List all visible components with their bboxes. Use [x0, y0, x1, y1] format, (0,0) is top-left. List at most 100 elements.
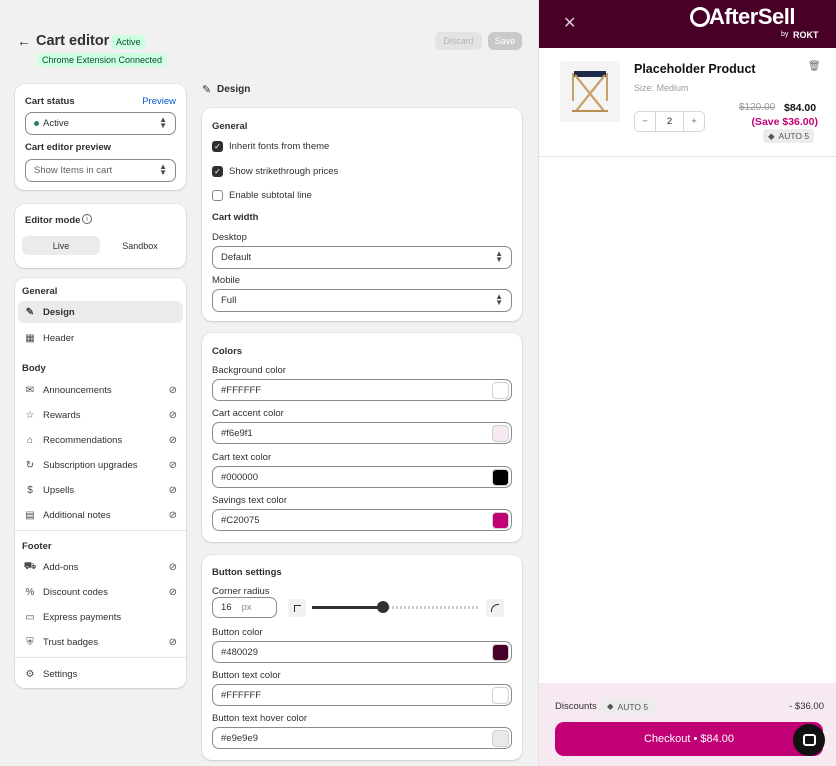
- discounts-label: Discounts: [555, 701, 597, 712]
- trash-icon[interactable]: 🗑: [808, 61, 821, 72]
- nav-item-label: Discount codes: [43, 586, 108, 598]
- bg-color-value: #FFFFFF: [221, 384, 262, 396]
- megaphone-icon: ✉: [25, 384, 35, 396]
- subtotal-checkbox[interactable]: [212, 190, 223, 201]
- nav-item-header[interactable]: ▦ Header: [18, 327, 183, 349]
- eye-hidden-icon[interactable]: ⊘: [169, 485, 177, 496]
- nav-group-footer: Footer: [22, 541, 52, 552]
- nav-item-trust-badges[interactable]: ⛨ Trust badges ⊘: [18, 631, 183, 653]
- brand-name: AfterSell: [709, 4, 795, 29]
- nav-item-design[interactable]: ✎ Design: [18, 301, 183, 323]
- back-arrow-icon[interactable]: ←: [17, 33, 31, 49]
- inherit-fonts-label: Inherit fonts from theme: [229, 141, 330, 152]
- old-price: $120.00: [739, 102, 776, 113]
- brand-sub: by: [781, 31, 789, 38]
- tag-icon: ◆: [607, 701, 614, 711]
- button-color-swatch[interactable]: [492, 644, 509, 661]
- accent-color-swatch[interactable]: [492, 425, 509, 442]
- accent-color-input[interactable]: #f6e9f1: [212, 422, 512, 444]
- nav-item-discount-codes[interactable]: % Discount codes ⊘: [18, 581, 183, 603]
- nav-item-upsells[interactable]: $ Upsells ⊘: [18, 479, 183, 501]
- button-hover-color-value: #e9e9e9: [221, 732, 258, 744]
- button-color-input[interactable]: #480029: [212, 641, 512, 663]
- qty-value[interactable]: 2: [655, 112, 684, 131]
- mobile-width-value: Full: [221, 295, 237, 306]
- product-variant: Size: Medium: [634, 83, 689, 93]
- chat-bubble-icon[interactable]: [793, 724, 825, 756]
- corner-radius-input[interactable]: 16 px: [212, 597, 277, 618]
- active-dot-icon: [34, 121, 39, 126]
- nav-item-additional-notes[interactable]: ▤ Additional notes ⊘: [18, 504, 183, 526]
- nav-item-rewards[interactable]: ☆ Rewards ⊘: [18, 404, 183, 426]
- info-icon[interactable]: i: [82, 214, 92, 224]
- colors-card: Colors Background color #FFFFFF Cart acc…: [202, 333, 522, 542]
- close-icon[interactable]: ✕: [563, 13, 576, 33]
- nav-item-settings[interactable]: ⚙ Settings: [18, 663, 183, 685]
- extension-badge: Chrome Extension Connected: [37, 53, 168, 67]
- nav-item-add-ons[interactable]: ⛟ Add-ons ⊘: [18, 556, 183, 578]
- eye-hidden-icon[interactable]: ⊘: [169, 435, 177, 446]
- nav-item-announcements[interactable]: ✉ Announcements ⊘: [18, 379, 183, 401]
- subtotal-label: Enable subtotal line: [229, 190, 312, 201]
- button-color-value: #480029: [221, 646, 258, 658]
- product-name: Placeholder Product: [634, 62, 756, 76]
- corner-radius-slider-thumb[interactable]: [376, 601, 389, 613]
- preview-select[interactable]: Show Items in cart ▲ ▼: [25, 159, 176, 182]
- eye-hidden-icon[interactable]: ⊘: [169, 460, 177, 471]
- quantity-stepper[interactable]: − 2 +: [634, 111, 705, 132]
- page-title: Cart editor: [36, 33, 110, 49]
- eye-hidden-icon[interactable]: ⊘: [169, 385, 177, 396]
- qty-minus-button[interactable]: −: [635, 116, 655, 127]
- nav-item-label: Design: [43, 306, 75, 318]
- eye-hidden-icon[interactable]: ⊘: [169, 410, 177, 421]
- rounded-corner-icon[interactable]: [486, 599, 504, 617]
- discard-button[interactable]: Discard: [435, 32, 482, 50]
- nav-item-label: Upsells: [43, 484, 75, 496]
- inherit-fonts-checkbox[interactable]: ✓: [212, 141, 223, 152]
- bg-color-swatch[interactable]: [492, 382, 509, 399]
- qty-plus-button[interactable]: +: [684, 116, 704, 127]
- nav-divider: [15, 657, 186, 658]
- cart-footer: Discounts ◆ AUTO 5 - $36.00 Checkout • $8…: [539, 683, 836, 766]
- cart-preview-panel: ✕ AfterSell by ROKT Placeholder Product …: [538, 0, 836, 766]
- live-tab[interactable]: Live: [22, 236, 100, 255]
- desktop-width-select[interactable]: Default ▲ ▼: [212, 246, 512, 269]
- checkout-button[interactable]: Checkout • $84.00: [555, 722, 823, 756]
- sandbox-tab[interactable]: Sandbox: [101, 236, 179, 255]
- bg-color-input[interactable]: #FFFFFF: [212, 379, 512, 401]
- text-color-input[interactable]: #000000: [212, 466, 512, 488]
- accent-color-value: #f6e9f1: [221, 427, 253, 439]
- savings-color-input[interactable]: #C20075: [212, 509, 512, 531]
- button-text-color-input[interactable]: #FFFFFF: [212, 684, 512, 706]
- eye-hidden-icon[interactable]: ⊘: [169, 587, 177, 598]
- eye-hidden-icon[interactable]: ⊘: [169, 510, 177, 521]
- mobile-width-select[interactable]: Full ▲ ▼: [212, 289, 512, 312]
- eye-hidden-icon[interactable]: ⊘: [169, 637, 177, 648]
- square-corner-icon[interactable]: [288, 599, 306, 617]
- product-rack-image: [572, 71, 608, 112]
- button-text-color-swatch[interactable]: [492, 687, 509, 704]
- text-color-swatch[interactable]: [492, 469, 509, 486]
- button-settings-card: Button settings Corner radius 16 px Butto…: [202, 555, 522, 760]
- cart-status-select[interactable]: Active ▲ ▼: [25, 112, 176, 135]
- preview-link[interactable]: Preview: [142, 96, 176, 107]
- savings-color-swatch[interactable]: [492, 512, 509, 529]
- button-hover-color-swatch[interactable]: [492, 730, 509, 747]
- nav-divider: [15, 530, 186, 531]
- nav-item-subscription-upgrades[interactable]: ↻ Subscription upgrades ⊘: [18, 454, 183, 476]
- nav-item-label: Announcements: [43, 384, 112, 396]
- nav-item-recommendations[interactable]: ⌂ Recommendations ⊘: [18, 429, 183, 451]
- savings-color-value: #C20075: [221, 514, 260, 526]
- eye-hidden-icon[interactable]: ⊘: [169, 562, 177, 573]
- truck-icon: ⛟: [23, 560, 37, 572]
- button-text-color-label: Button text color: [212, 670, 281, 681]
- nav-item-label: Express payments: [43, 611, 122, 623]
- button-hover-color-input[interactable]: #e9e9e9: [212, 727, 512, 749]
- cart-width-heading: Cart width: [212, 212, 259, 223]
- nav-item-express-payments[interactable]: ▭ Express payments: [18, 606, 183, 628]
- strikethrough-checkbox[interactable]: ✓: [212, 166, 223, 177]
- savings-color-label: Savings text color: [212, 495, 287, 506]
- editor-mode-card: Editor mode i Live Sandbox: [15, 204, 186, 268]
- save-button[interactable]: Save: [488, 32, 522, 50]
- product-image: [560, 61, 620, 122]
